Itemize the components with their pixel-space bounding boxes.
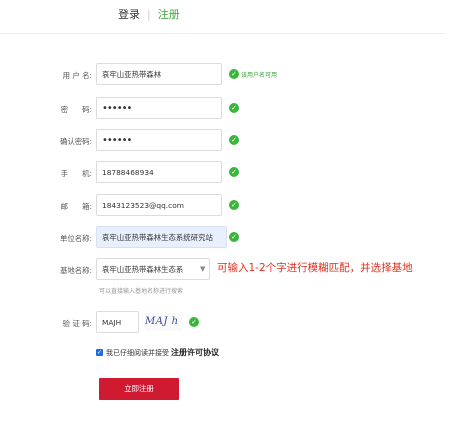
password-input[interactable]: •••••• [96,97,222,119]
captcha-input[interactable]: MAJH [96,311,139,333]
check-circle-icon: ✓ [229,69,239,79]
captcha-image[interactable]: MAJ h [145,313,183,331]
unit-input[interactable]: 哀牢山亚热带森林生态系统研究站 [96,226,227,248]
unit-label: 单位名称: [59,234,92,243]
email-row: 邮 箱: 1843123523@qq.com ✓ [0,194,462,220]
tab-register[interactable]: 注册 [158,8,180,21]
chevron-down-icon[interactable]: ▼ [200,265,205,273]
username-available-hint: 该用户名可用 [241,72,278,79]
unit-row: 单位名称: 哀牢山亚热带森林生态系统研究站 ✓ [0,226,462,252]
agreement: ✓ 我已仔细阅读并接受 注册许可协议 [96,347,219,358]
email-input[interactable]: 1843123523@qq.com [96,194,222,216]
checkbox-checked-icon[interactable]: ✓ [96,348,103,356]
check-circle-icon: ✓ [229,200,239,210]
base-search-hint: 可以直接输入基地名称进行搜索 [99,288,184,295]
check-circle-icon: ✓ [229,135,239,145]
base-select[interactable]: 哀牢山亚热带森林生态系 [96,258,210,280]
email-label: 邮 箱: [60,202,92,211]
username-row: 用 户 名: 哀牢山亚热带森林 ✓ 该用户名可用 [0,63,462,89]
phone-input[interactable]: 18788468934 [96,161,222,183]
phone-label: 手 机: [60,169,92,178]
agreement-text: 我已仔细阅读并接受 [106,349,169,357]
header-divider [0,33,445,34]
agreement-link[interactable]: 注册许可协议 [171,348,219,357]
phone-row: 手 机: 18788468934 ✓ [0,161,462,187]
check-circle-icon: ✓ [229,167,239,177]
tab-login[interactable]: 登录 [118,8,140,21]
confirm-password-input[interactable]: •••••• [96,129,222,151]
check-circle-icon: ✓ [229,103,239,113]
captcha-label: 验 证 码: [62,319,92,328]
password-label: 密 码: [60,105,92,114]
base-annotation: 可输入1-2个字进行模糊匹配，并选择基地 [217,262,413,274]
base-label: 基地名称: [59,266,92,275]
auth-tabs: 登录 | 注册 [118,6,180,22]
password-row: 密 码: •••••• ✓ [0,97,462,123]
check-circle-icon: ✓ [229,232,239,242]
register-button[interactable]: 立即注册 [99,378,179,400]
confirm-password-row: 确认密码: •••••• ✓ [0,129,462,155]
confirm-password-label: 确认密码: [59,137,92,146]
username-label: 用 户 名: [62,71,92,80]
captcha-row: 验 证 码: MAJH MAJ h ✓ [0,311,462,337]
check-circle-icon: ✓ [189,317,199,327]
username-input[interactable]: 哀牢山亚热带森林 [96,63,222,85]
tab-separator: | [147,8,151,21]
